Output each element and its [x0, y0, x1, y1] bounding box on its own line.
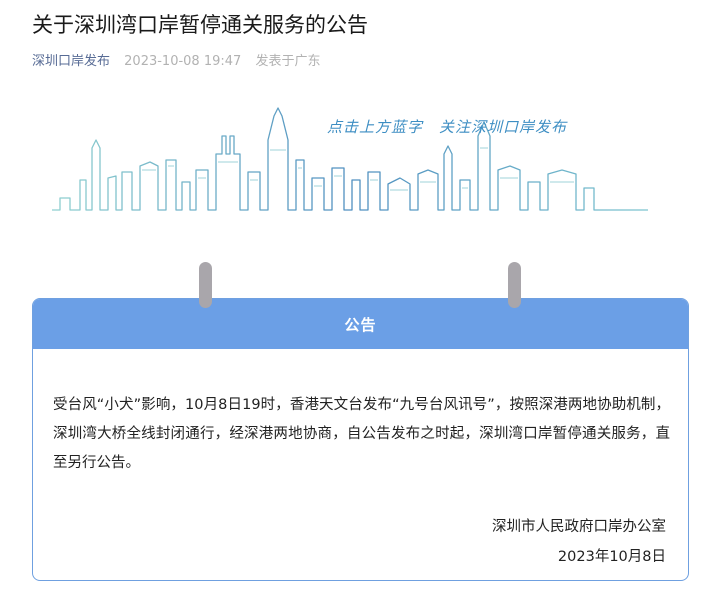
card-ring-left	[199, 262, 212, 308]
notice-signature: 深圳市人民政府口岸办公室 2023年10月8日	[492, 512, 666, 572]
issuer-name: 深圳市人民政府口岸办公室	[492, 519, 666, 535]
publish-time: 2023-10-08 19:47	[124, 54, 242, 69]
notice-card: 公告 受台风“小犬”影响，10月8日19时，香港天文台发布“九号台风讯号”，按照…	[32, 298, 689, 581]
article-meta: 深圳口岸发布 2023-10-08 19:47 发表于广东	[32, 53, 320, 71]
notice-body-text: 受台风“小犬”影响，10月8日19时，香港天文台发布“九号台风讯号”，按照深港两…	[53, 397, 670, 471]
follow-slogan: 点击上方蓝字 关注深圳口岸发布	[327, 118, 568, 136]
skyline-detail-lines	[142, 147, 574, 191]
account-name-link[interactable]: 深圳口岸发布	[32, 54, 110, 69]
publish-location: 发表于广东	[255, 54, 321, 69]
notice-header-label: 公告	[344, 315, 377, 334]
issue-date: 2023年10月8日	[557, 549, 666, 565]
card-ring-right	[508, 262, 521, 308]
article-title: 关于深圳湾口岸暂停通关服务的公告	[32, 13, 368, 37]
notice-header: 公告	[33, 299, 688, 349]
